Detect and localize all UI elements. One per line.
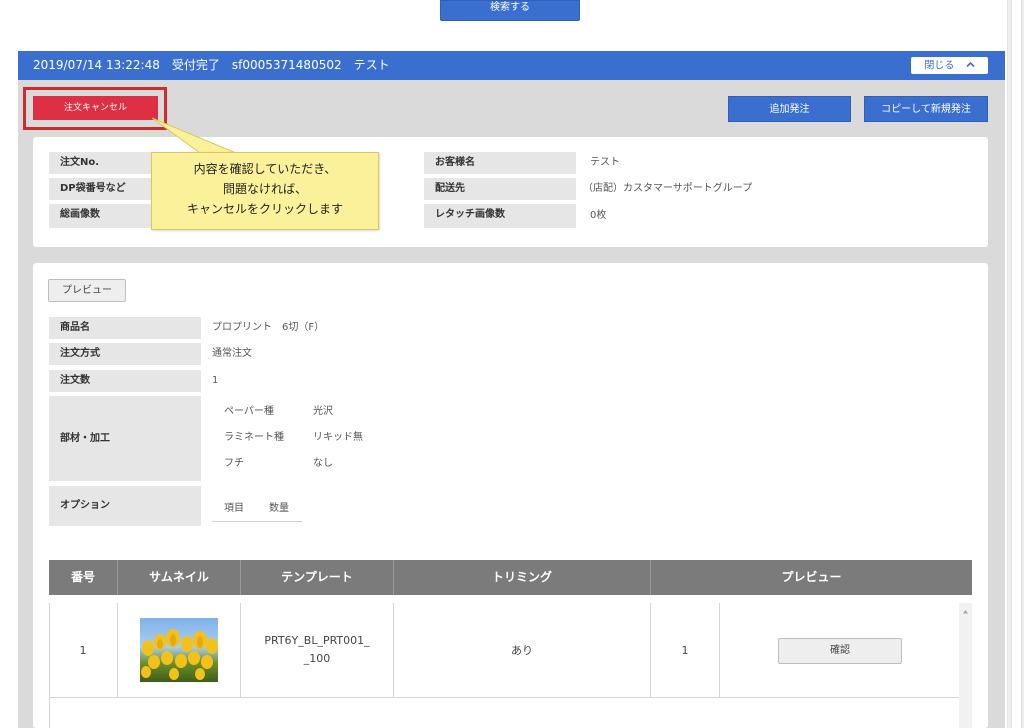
order-method-label: 注文方式 (49, 343, 201, 365)
row-preview-count: 1 (651, 603, 720, 698)
material-value: 光沢 (313, 406, 333, 417)
delivery-label: 配送先 (424, 178, 576, 200)
row-template: PRT6Y_BL_PRT001_ _100 (241, 603, 394, 698)
table-scrollbar[interactable] (959, 603, 972, 728)
retouch-count-value: 0枚 (590, 210, 607, 221)
col-header-number: 番号 (49, 560, 118, 595)
col-header-preview: プレビュー (651, 560, 972, 595)
scroll-up-arrow-icon[interactable] (962, 605, 969, 614)
chevron-up-icon (966, 57, 975, 74)
template-line-2: _100 (303, 652, 331, 665)
close-button[interactable]: 閉じる (911, 57, 988, 74)
copy-new-order-button[interactable]: コピーして新規発注 (864, 96, 988, 122)
material-value: リキッド無 (313, 432, 363, 443)
col-header-thumbnail: サムネイル (118, 560, 241, 595)
order-method-value: 通常注文 (212, 348, 252, 359)
option-item-header: 項目 (224, 503, 244, 514)
delivery-value: （店配）カスタマーサポートグループ (583, 183, 753, 194)
col-header-trimming: トリミング (394, 560, 651, 595)
row-number: 1 (49, 603, 118, 698)
template-line-1: PRT6Y_BL_PRT001_ (264, 634, 370, 647)
customer-label: お客様名 (424, 152, 576, 174)
order-qty-value: 1 (212, 375, 219, 386)
materials-label: 部材・加工 (49, 396, 201, 481)
material-name: ラミネート種 (224, 432, 284, 443)
option-qty-header: 数量 (269, 503, 289, 514)
preview-button[interactable]: プレビュー (48, 279, 126, 302)
material-value: なし (313, 458, 333, 469)
row-trimming: あり (394, 603, 651, 698)
retouch-count-label: レタッチ画像数 (424, 204, 576, 228)
option-label: オプション (49, 486, 201, 526)
material-name: フチ (224, 458, 244, 469)
cancel-order-button[interactable]: 注文キャンセル (33, 96, 158, 120)
customer-value: テスト (590, 157, 620, 168)
product-name-value: プロプリント 6切（F） (212, 322, 325, 333)
add-order-button[interactable]: 追加発注 (728, 96, 851, 122)
option-header-row: 項目 数量 (212, 498, 302, 522)
tooltip-line-1: 内容を確認していただき、 (193, 162, 337, 176)
order-header[interactable]: 2019/07/14 13:22:48 受付完了 sf0005371480502… (18, 51, 1005, 80)
order-qty-label: 注文数 (49, 370, 201, 392)
product-name-label: 商品名 (49, 317, 201, 339)
col-header-template: テンプレート (241, 560, 394, 595)
search-button[interactable]: 検索する (440, 0, 580, 21)
confirm-button[interactable]: 確認 (778, 638, 902, 664)
row-thumbnail-cell (118, 603, 241, 698)
material-name: ペーパー種 (224, 406, 274, 417)
tulip-thumbnail-image[interactable] (140, 618, 218, 682)
instruction-tooltip: 内容を確認していただき、 問題なければ、 キャンセルをクリックします (151, 152, 379, 230)
tooltip-line-3: キャンセルをクリックします (186, 202, 343, 216)
order-header-text: 2019/07/14 13:22:48 受付完了 sf0005371480502… (33, 58, 390, 72)
tooltip-line-2: 問題なければ、 (222, 182, 307, 196)
page-scrollbar-thumb[interactable] (1011, 0, 1022, 728)
close-label: 閉じる (924, 60, 955, 72)
